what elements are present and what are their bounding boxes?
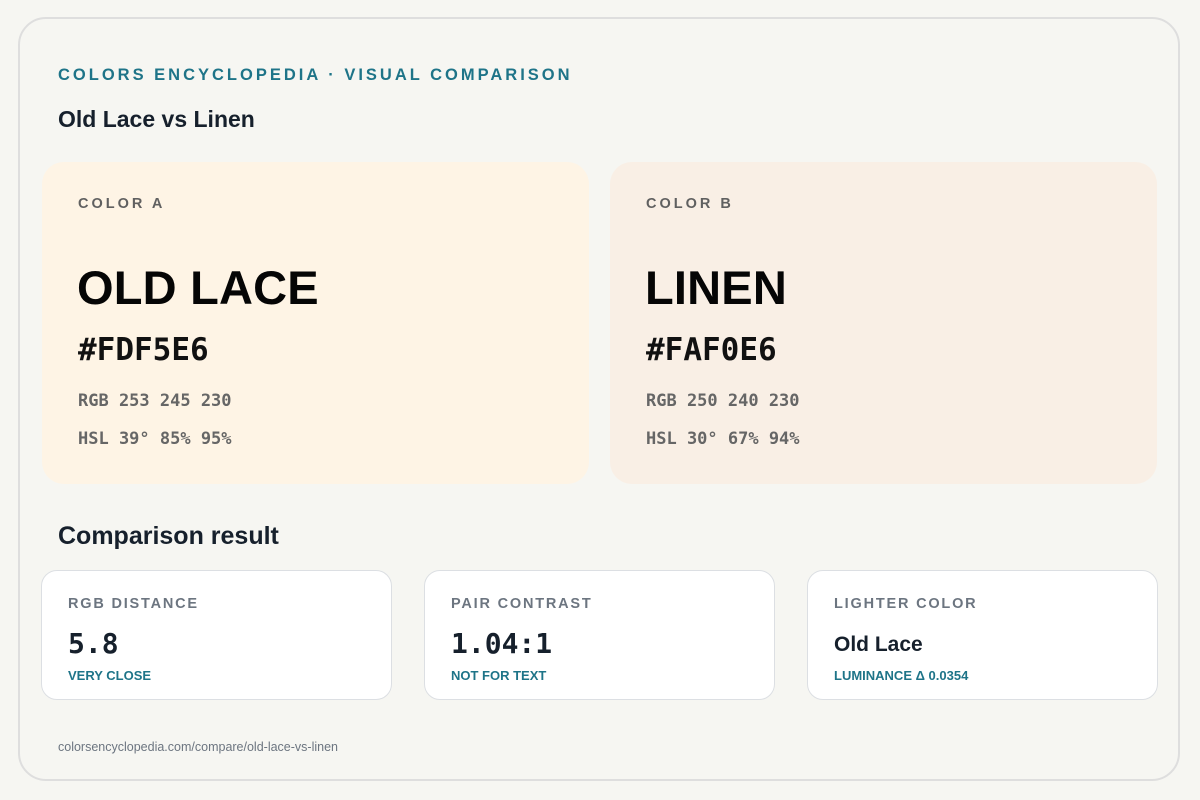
rgb-distance-label: RGB DISTANCE (68, 596, 199, 612)
footer-url[interactable]: colorsencyclopedia.com/compare/old-lace-… (58, 740, 338, 754)
lighter-color-label: LIGHTER COLOR (834, 596, 978, 612)
color-a-hsl: HSL 39° 85% 95% (78, 429, 232, 449)
lighter-color-note: LUMINANCE Δ 0.0354 (834, 668, 969, 683)
color-a-rgb: RGB 253 245 230 (78, 391, 232, 411)
page-title: Old Lace vs Linen (58, 106, 255, 132)
color-a-hex: #FDF5E6 (78, 332, 209, 368)
rgb-distance-value: 5.8 (68, 627, 119, 660)
rgb-distance-card: RGB DISTANCE 5.8 VERY CLOSE (41, 570, 392, 700)
pair-contrast-note: NOT FOR TEXT (451, 668, 547, 683)
comparison-title: Comparison result (58, 522, 279, 550)
color-b-swatch: COLOR B LINEN #FAF0E6 RGB 250 240 230 HS… (610, 162, 1157, 484)
pair-contrast-card: PAIR CONTRAST 1.04:1 NOT FOR TEXT (424, 570, 775, 700)
lighter-color-card: LIGHTER COLOR Old Lace LUMINANCE Δ 0.035… (807, 570, 1158, 700)
color-a-name: OLD LACE (77, 261, 319, 314)
pair-contrast-value: 1.04:1 (451, 627, 553, 660)
page-eyebrow: COLORS ENCYCLOPEDIA · VISUAL COMPARISON (58, 66, 573, 84)
color-b-rgb: RGB 250 240 230 (646, 391, 800, 411)
color-b-name: LINEN (645, 261, 787, 314)
color-b-hex: #FAF0E6 (646, 332, 777, 368)
rgb-distance-note: VERY CLOSE (68, 668, 152, 683)
color-b-label: COLOR B (646, 196, 734, 212)
color-a-swatch: COLOR A OLD LACE #FDF5E6 RGB 253 245 230… (42, 162, 589, 484)
color-a-label: COLOR A (78, 196, 166, 212)
color-b-hsl: HSL 30° 67% 94% (646, 429, 800, 449)
pair-contrast-label: PAIR CONTRAST (451, 596, 593, 612)
lighter-color-value: Old Lace (834, 633, 923, 656)
